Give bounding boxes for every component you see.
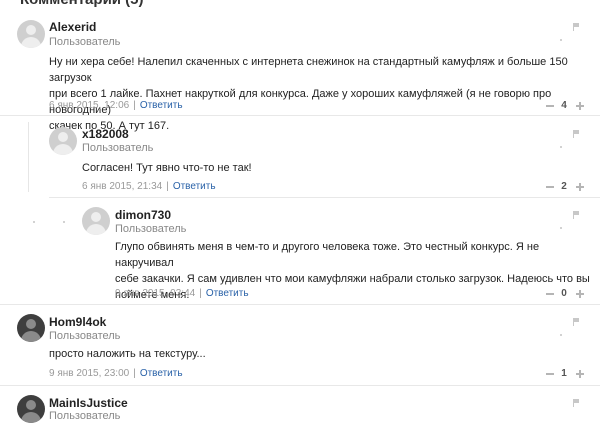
meta-separator: |	[133, 368, 136, 379]
dot-icon	[560, 334, 562, 336]
thread-line	[28, 122, 29, 192]
comment-text-line: Ну ни хера себе! Налепил скаченных с инт…	[49, 56, 568, 84]
report-flag-icon[interactable]	[573, 399, 580, 407]
vote-up-icon[interactable]	[576, 102, 584, 110]
comment-date: 9 янв 2015, 03:44	[115, 288, 196, 299]
comment-text-line: себе закачки. Я сам удивлен что мои каму…	[115, 273, 590, 285]
comment-divider	[0, 115, 600, 116]
reply-link[interactable]: Ответить	[140, 368, 183, 379]
username-dimon730[interactable]: dimon730	[115, 208, 171, 222]
role-dimon730: Пользователь	[115, 223, 187, 235]
vote-score: 1	[561, 368, 567, 379]
username-x182008[interactable]: x182008	[82, 127, 129, 141]
meta-separator: |	[166, 181, 169, 192]
avatar-alexerid[interactable]	[17, 20, 45, 48]
comment-date: 6 янв 2015, 21:34	[82, 181, 163, 192]
comment-text-line: просто наложить на текстуру...	[49, 348, 206, 360]
thread-dot	[33, 221, 35, 223]
username-mainisjustice[interactable]: MainIsJustice	[49, 396, 128, 410]
vote-up-icon[interactable]	[576, 183, 584, 191]
vote-up-icon[interactable]	[576, 370, 584, 378]
comment-date: 6 янв 2015, 12:06	[49, 100, 130, 111]
comment-meta: 6 янв 2015, 12:06 | Ответить	[49, 100, 183, 111]
vote-score: 2	[561, 181, 567, 192]
reply-link[interactable]: Ответить	[140, 100, 183, 111]
comment-text: Согласен! Тут явно что-то не так!	[82, 160, 592, 176]
role-mainisjustice: Пользователь	[49, 410, 121, 422]
report-flag-icon[interactable]	[573, 318, 580, 326]
report-flag-icon[interactable]	[573, 211, 580, 219]
comment-text: просто наложить на текстуру...	[49, 346, 594, 362]
reply-link[interactable]: Ответить	[206, 288, 249, 299]
vote-score: 0	[561, 288, 567, 299]
dot-icon	[560, 227, 562, 229]
report-flag-icon[interactable]	[573, 23, 580, 31]
avatar-mainisjustice[interactable]	[17, 395, 45, 423]
comment-meta: 9 янв 2015, 03:44 | Ответить	[115, 288, 249, 299]
comments-heading: Комментарии (5)	[20, 0, 144, 8]
report-flag-icon[interactable]	[573, 130, 580, 138]
vote-down-icon[interactable]	[546, 373, 554, 375]
avatar-dimon730[interactable]	[82, 207, 110, 235]
meta-separator: |	[133, 100, 136, 111]
vote-score: 4	[561, 100, 567, 111]
comment-date: 9 янв 2015, 23:00	[49, 368, 130, 379]
role-hom9l4ok: Пользователь	[49, 330, 121, 342]
vote-down-icon[interactable]	[546, 105, 554, 107]
avatar-x182008[interactable]	[49, 127, 77, 155]
comment-divider	[0, 304, 600, 305]
comment-meta: 9 янв 2015, 23:00 | Ответить	[49, 368, 183, 379]
avatar-hom9l4ok[interactable]	[17, 314, 45, 342]
username-hom9l4ok[interactable]: Hom9l4ok	[49, 315, 106, 329]
comment-text: Ну ни хера себе! Налепил скаченных с инт…	[49, 54, 594, 134]
comment-text-line: Глупо обвинять меня в чем-то и другого ч…	[115, 241, 540, 269]
role-alexerid: Пользователь	[49, 36, 121, 48]
vote-up-icon[interactable]	[576, 290, 584, 298]
role-x182008: Пользователь	[82, 142, 154, 154]
comment-divider	[0, 385, 600, 386]
dot-icon	[560, 146, 562, 148]
meta-separator: |	[199, 288, 202, 299]
comment-text-line: скачек по 50. А тут 167.	[49, 120, 170, 132]
thread-dot	[63, 221, 65, 223]
dot-icon	[560, 39, 562, 41]
vote-down-icon[interactable]	[546, 186, 554, 188]
username-alexerid[interactable]: Alexerid	[49, 20, 96, 34]
vote-down-icon[interactable]	[546, 293, 554, 295]
comment-meta: 6 янв 2015, 21:34 | Ответить	[82, 181, 216, 192]
comment-text-line: Согласен! Тут явно что-то не так!	[82, 162, 252, 174]
reply-link[interactable]: Ответить	[173, 181, 216, 192]
comment-divider	[49, 197, 600, 198]
